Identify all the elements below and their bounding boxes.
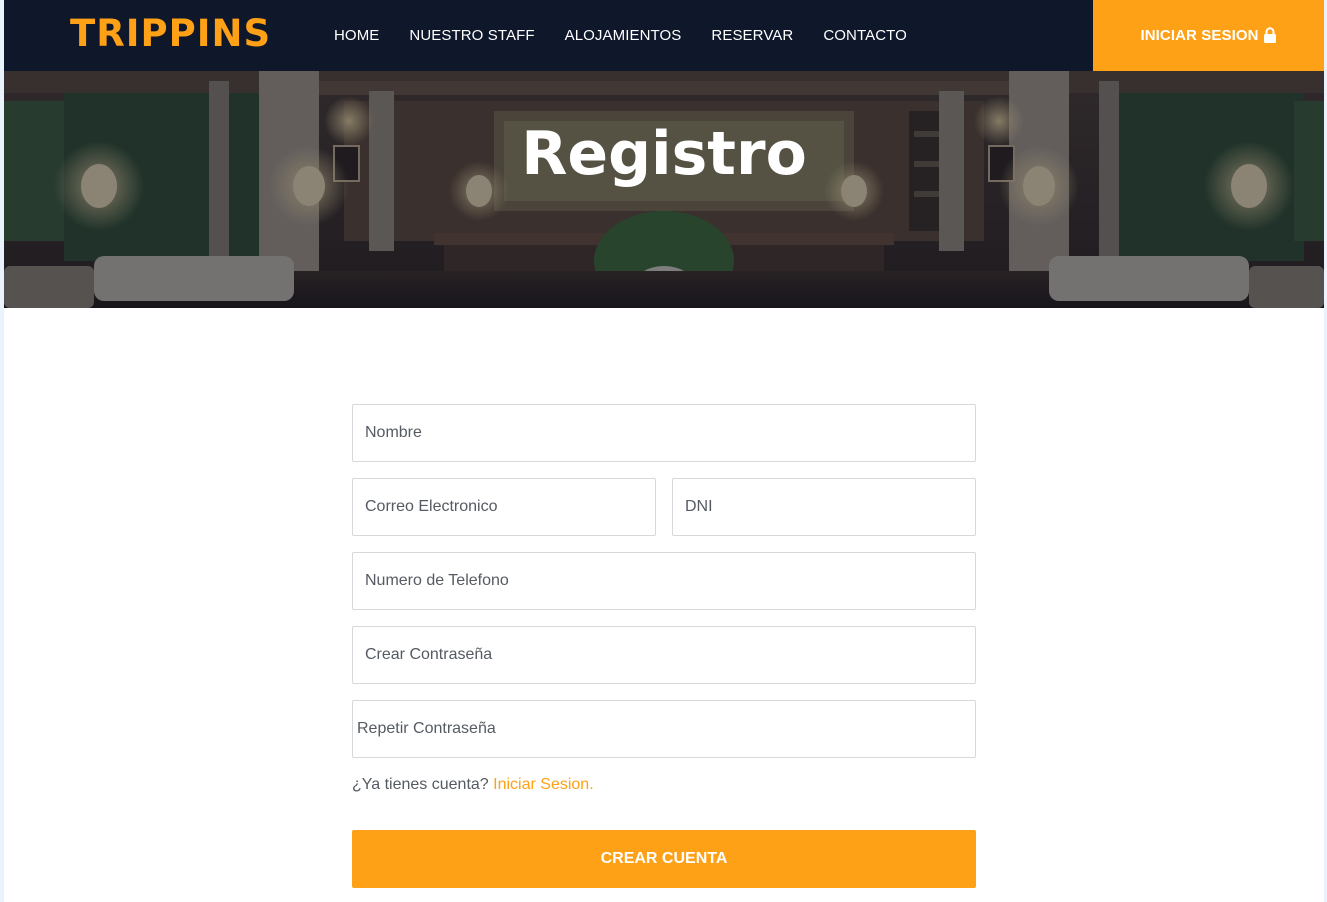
lock-icon [1263, 26, 1276, 43]
nombre-field[interactable] [352, 404, 976, 462]
account-prompt-text: ¿Ya tienes cuenta? [352, 776, 489, 793]
contrasena-field[interactable] [352, 626, 976, 684]
correo-field[interactable] [352, 478, 656, 536]
email-input[interactable] [365, 479, 655, 535]
login-button-label: INICIAR SESION [1140, 27, 1259, 44]
telefono-input[interactable] [365, 553, 975, 609]
repeat-password-input[interactable] [357, 701, 975, 757]
dni-input[interactable] [685, 479, 975, 535]
nav-item-alojamientos[interactable]: ALOJAMIENTOS [565, 27, 682, 44]
nombre-input[interactable] [365, 405, 975, 461]
page-title: Registro [521, 119, 807, 189]
navbar: TRIPPINS HOME NUESTRO STAFF ALOJAMIENTOS… [4, 0, 1324, 71]
account-prompt-line: ¿Ya tienes cuenta? Iniciar Sesion. [352, 776, 594, 794]
nav-item-home[interactable]: HOME [334, 27, 379, 44]
nav-links: HOME NUESTRO STAFF ALOJAMIENTOS RESERVAR… [334, 0, 937, 71]
repetir-contrasena-field[interactable] [352, 700, 976, 758]
login-button[interactable]: INICIAR SESION [1093, 0, 1324, 71]
nav-item-staff[interactable]: NUESTRO STAFF [409, 27, 534, 44]
crear-cuenta-button[interactable]: CREAR CUENTA [352, 830, 976, 888]
nav-item-reservar[interactable]: RESERVAR [711, 27, 793, 44]
brand-logo[interactable]: TRIPPINS [70, 12, 271, 55]
iniciar-sesion-link[interactable]: Iniciar Sesion. [493, 776, 594, 793]
dni-field[interactable] [672, 478, 976, 536]
nav-item-contacto[interactable]: CONTACTO [823, 27, 907, 44]
page: TRIPPINS HOME NUESTRO STAFF ALOJAMIENTOS… [4, 0, 1324, 902]
hero-background-image [4, 71, 1324, 308]
telefono-field[interactable] [352, 552, 976, 610]
password-input[interactable] [365, 627, 975, 683]
hero-banner: Registro [4, 71, 1324, 308]
